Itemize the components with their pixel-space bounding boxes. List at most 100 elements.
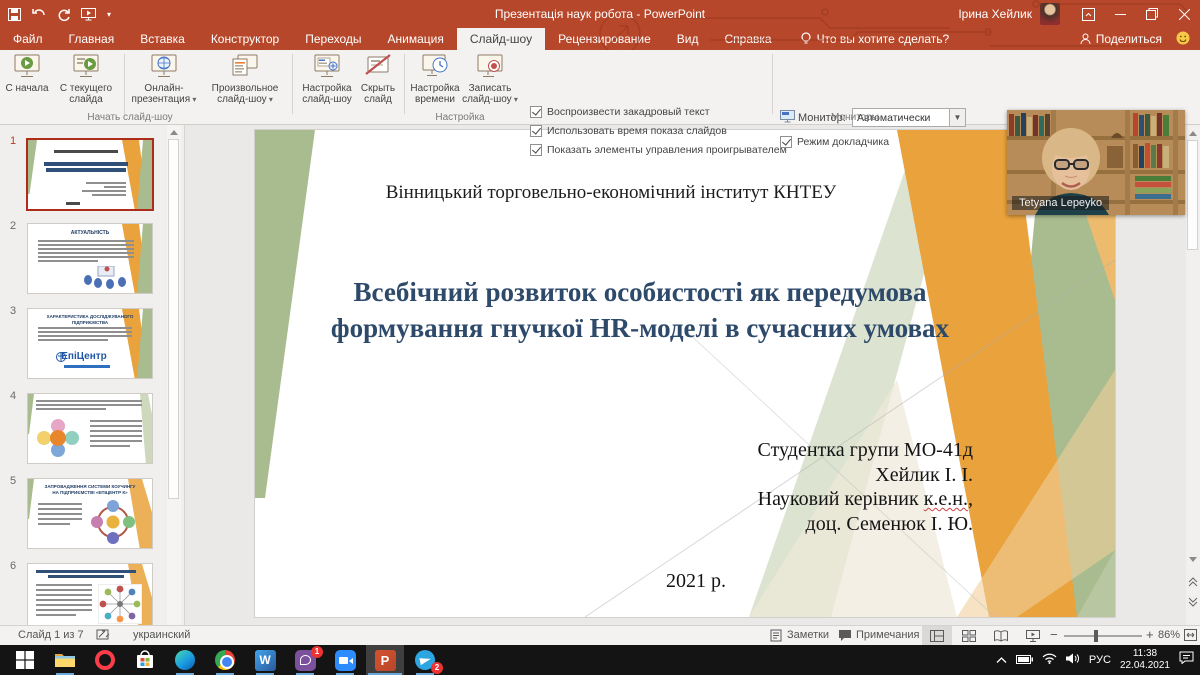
share-button[interactable]: Поделиться	[1080, 32, 1162, 46]
word-taskbar-icon[interactable]: W	[246, 645, 284, 675]
slide-credits-text[interactable]: Студентка групи МО-41д Хейлик І. І. Наук…	[555, 438, 973, 536]
slide-canvas[interactable]: Вінницький торговельно-економічний інсти…	[255, 130, 1115, 617]
spellcheck-status-icon[interactable]	[96, 629, 110, 645]
thumbnail-number: 3	[10, 305, 16, 317]
zoom-out-button[interactable]: −	[1050, 627, 1058, 642]
powerpoint-taskbar-icon[interactable]: P	[366, 645, 404, 675]
tab-animations[interactable]: Анимация	[375, 28, 457, 50]
group-label-start-show: Начать слайд-шоу	[20, 112, 240, 123]
scroll-up-arrow-icon[interactable]	[170, 130, 178, 135]
system-tray: РУС 11:38 22.04.2021	[996, 645, 1200, 675]
checkbox-use-timings[interactable]: Использовать время показа слайдов	[530, 125, 727, 137]
zoom-slider-thumb[interactable]	[1094, 630, 1098, 642]
tab-design[interactable]: Конструктор	[198, 28, 292, 50]
scrollbar-thumb[interactable]	[168, 139, 179, 499]
battery-icon[interactable]	[1016, 651, 1033, 669]
hide-slide-button[interactable]: Скрыть слайд	[356, 52, 400, 118]
slide-thumbnail-1[interactable]	[26, 138, 154, 211]
action-center-icon[interactable]	[1179, 651, 1194, 669]
checkbox-show-media-controls[interactable]: Показать элементы управления проигрывате…	[530, 144, 787, 156]
tab-review[interactable]: Рецензирование	[545, 28, 664, 50]
save-icon[interactable]	[8, 8, 21, 21]
qat-customize-icon[interactable]: ▾	[107, 10, 111, 19]
tab-view[interactable]: Вид	[664, 28, 712, 50]
spellcheck-flagged-word: к.е.н.	[924, 488, 968, 510]
start-slideshow-icon[interactable]	[81, 8, 96, 21]
record-slideshow-button[interactable]: Записать слайд-шоу	[462, 52, 518, 118]
normal-view-button[interactable]	[922, 626, 952, 645]
volume-icon[interactable]	[1066, 651, 1080, 669]
zoom-in-button[interactable]: +	[1146, 627, 1154, 642]
online-presentation-button[interactable]: Онлайн-презентация	[128, 52, 200, 118]
notes-toggle[interactable]: Заметки	[787, 629, 829, 641]
slide-thumbnail-2[interactable]: АКТУАЛЬНІСТЬ	[27, 223, 153, 294]
minimize-button[interactable]	[1104, 0, 1136, 28]
tab-help[interactable]: Справка	[711, 28, 784, 50]
zoom-slider-track[interactable]	[1064, 635, 1142, 637]
slide-year-text[interactable]: 2021 р.	[666, 570, 726, 593]
tab-insert[interactable]: Вставка	[127, 28, 198, 50]
start-button[interactable]	[6, 645, 44, 675]
slide-title-text[interactable]: Всебічний розвиток особистості як переду…	[290, 274, 990, 346]
thumbnail-spoke-clipart	[98, 584, 142, 624]
tab-transitions[interactable]: Переходы	[292, 28, 374, 50]
account-name[interactable]: Ірина Хейлик	[958, 7, 1032, 21]
slide-thumbnail-6[interactable]	[27, 563, 153, 625]
keyboard-language-indicator[interactable]: РУС	[1089, 654, 1111, 666]
dropdown-arrow-icon[interactable]: ▼	[950, 108, 966, 127]
reading-view-button[interactable]	[986, 626, 1016, 645]
opera-taskbar-icon[interactable]	[86, 645, 124, 675]
checkbox-presenter-view[interactable]: Режим докладчика	[780, 136, 889, 148]
zoom-app-icon	[335, 650, 356, 671]
redo-icon[interactable]	[57, 8, 70, 21]
slide-institute-text[interactable]: Вінницький торговельно-економічний інсти…	[255, 182, 967, 204]
slideshow-view-button[interactable]	[1018, 626, 1048, 645]
tab-file[interactable]: Файл	[0, 28, 56, 50]
feedback-smiley-icon[interactable]	[1176, 31, 1190, 48]
file-explorer-taskbar-icon[interactable]	[46, 645, 84, 675]
comments-toggle[interactable]: Примечания	[856, 629, 920, 641]
tab-slideshow[interactable]: Слайд-шоу	[457, 28, 545, 50]
viber-notification-badge: 1	[311, 646, 323, 658]
taskbar-clock[interactable]: 11:38 22.04.2021	[1120, 648, 1170, 672]
wifi-icon[interactable]	[1042, 651, 1057, 669]
from-current-slide-button[interactable]: С текущего слайда	[52, 52, 120, 118]
account-avatar[interactable]	[1040, 3, 1060, 25]
scrollbar-thumb[interactable]	[1187, 140, 1198, 250]
setup-slideshow-button[interactable]: Настройка слайд-шоу	[298, 52, 356, 118]
undo-icon[interactable]	[32, 8, 46, 20]
slide-counter: Слайд 1 из 7	[18, 629, 84, 641]
telegram-taskbar-icon[interactable]: 2	[406, 645, 444, 675]
restore-button[interactable]	[1136, 0, 1168, 28]
next-slide-button[interactable]	[1188, 597, 1198, 609]
checkbox-checked-icon	[530, 125, 542, 137]
webcam-video-overlay[interactable]: Tetyana Lepeyko	[1007, 110, 1185, 215]
close-button[interactable]	[1168, 0, 1200, 28]
scroll-up-arrow-icon[interactable]	[1189, 131, 1197, 136]
zoom-level[interactable]: 86%	[1158, 629, 1180, 641]
tray-expand-chevron-icon[interactable]	[996, 651, 1007, 669]
windows-taskbar: W 1 P 2 РУС 11:38 22.04.2021	[0, 645, 1200, 675]
slide-thumbnail-4[interactable]	[27, 393, 153, 464]
chrome-taskbar-icon[interactable]	[206, 645, 244, 675]
edge-taskbar-icon[interactable]	[166, 645, 204, 675]
slide-sorter-view-button[interactable]	[954, 626, 984, 645]
slide-thumbnail-3[interactable]: ХАРАКТЕРИСТИКА ДОСЛІДЖУВАНОГО ПІДПРИЄМСТ…	[27, 308, 153, 379]
zoom-taskbar-icon[interactable]	[326, 645, 364, 675]
previous-slide-button[interactable]	[1188, 577, 1198, 589]
ribbon-display-options-button[interactable]	[1072, 0, 1104, 28]
from-beginning-button[interactable]: С начала	[4, 52, 50, 118]
tell-me-box[interactable]: Что вы хотите сделать?	[801, 28, 950, 50]
language-status[interactable]: украинский	[133, 629, 190, 641]
checkbox-play-narrations[interactable]: Воспроизвести закадровый текст	[530, 106, 710, 118]
thumbnail-scrollbar[interactable]	[167, 125, 181, 625]
scroll-down-arrow-icon[interactable]	[1189, 557, 1197, 562]
viber-taskbar-icon[interactable]: 1	[286, 645, 324, 675]
fit-slide-to-window-button[interactable]	[1184, 629, 1197, 644]
custom-slideshow-button[interactable]: Произвольное слайд-шоу	[202, 52, 288, 118]
rehearse-timings-button[interactable]: Настройка времени	[408, 52, 462, 118]
main-vertical-scrollbar[interactable]	[1186, 125, 1200, 625]
microsoft-store-taskbar-icon[interactable]	[126, 645, 164, 675]
tab-home[interactable]: Главная	[56, 28, 128, 50]
slide-thumbnail-5[interactable]: ЗАПРОВАДЖЕННЯ СИСТЕМИ КОУЧИНГУ НА ПІДПРИ…	[27, 478, 153, 549]
